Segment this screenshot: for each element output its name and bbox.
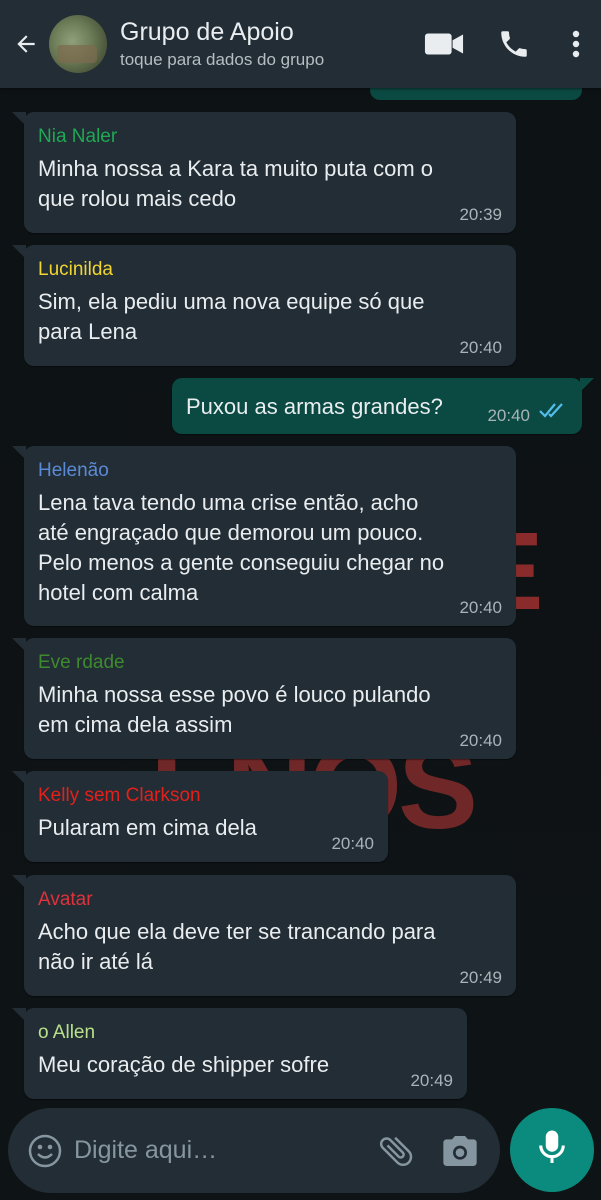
more-vert-icon[interactable]: [569, 24, 583, 64]
video-call-icon[interactable]: [424, 24, 464, 64]
message-time: 20:39: [459, 205, 502, 224]
group-avatar[interactable]: [49, 15, 107, 73]
camera-icon[interactable]: [440, 1131, 480, 1171]
message-text: Sim, ela pediu uma nova equipe só que pa…: [38, 289, 425, 344]
message-time: 20:40: [487, 406, 530, 425]
message-bubble[interactable]: o Allen Meu coração de shipper sofre 20:…: [12, 1008, 467, 1099]
message-sender: Nia Naler: [38, 126, 118, 147]
message-bubble[interactable]: Helenão Lena tava tendo uma crise então,…: [12, 446, 516, 626]
message-text: Acho que ela deve ter se trancando para …: [38, 919, 436, 974]
message-text: Minha nossa esse povo é louco pulando em…: [38, 682, 431, 737]
message-time: 20:40: [459, 598, 502, 617]
message-text: Lena tava tendo uma crise então, acho at…: [38, 490, 445, 605]
message-sender: o Allen: [38, 1022, 96, 1043]
message-sender: Eve rdade: [38, 652, 125, 673]
group-title: Grupo de Apoio: [120, 18, 294, 46]
message-time: 20:49: [459, 968, 502, 987]
mic-button[interactable]: [510, 1108, 594, 1192]
double-check-icon: [538, 401, 568, 424]
message-text: Minha nossa a Kara ta muito puta com o q…: [38, 156, 433, 211]
chat-header[interactable]: Grupo de Apoio toque para dados do grupo: [0, 0, 601, 88]
paperclip-icon[interactable]: [376, 1131, 416, 1171]
message-text: Pularam em cima dela: [38, 815, 257, 840]
message-sender: Kelly sem Clarkson: [38, 785, 201, 806]
message-time: 20:40: [459, 731, 502, 750]
message-bubble-outgoing[interactable]: Puxou as armas grandes? 20:40: [172, 378, 594, 434]
message-sender: Avatar: [38, 889, 93, 910]
group-info[interactable]: Grupo de Apoio toque para dados do grupo: [120, 17, 424, 71]
emoji-icon[interactable]: [28, 1134, 62, 1168]
phone-icon[interactable]: [494, 24, 534, 64]
message-bubble[interactable]: Lucinilda Sim, ela pediu uma nova equipe…: [12, 245, 516, 366]
message-sender: Lucinilda: [38, 259, 113, 280]
arrow-left-icon[interactable]: [13, 31, 39, 57]
message-input-bar[interactable]: Digite aqui…: [8, 1108, 500, 1193]
message-bubble[interactable]: Kelly sem Clarkson Pularam em cima dela …: [12, 771, 388, 862]
group-subtitle: toque para dados do grupo: [120, 50, 325, 69]
message-time: 20:40: [331, 834, 374, 853]
microphone-icon: [537, 1129, 567, 1172]
message-bubble[interactable]: Nia Naler Minha nossa a Kara ta muito pu…: [12, 112, 516, 233]
message-bubble[interactable]: Avatar Acho que ela deve ter se trancand…: [12, 875, 516, 996]
message-bubble[interactable]: Eve rdade Minha nossa esse povo é louco …: [12, 638, 516, 759]
message-input[interactable]: Digite aqui…: [74, 1136, 376, 1165]
message-time: 20:49: [410, 1071, 453, 1090]
message-sender: Helenão: [38, 460, 109, 481]
message-text: Meu coração de shipper sofre: [38, 1052, 330, 1077]
message-time: 20:40: [459, 338, 502, 357]
